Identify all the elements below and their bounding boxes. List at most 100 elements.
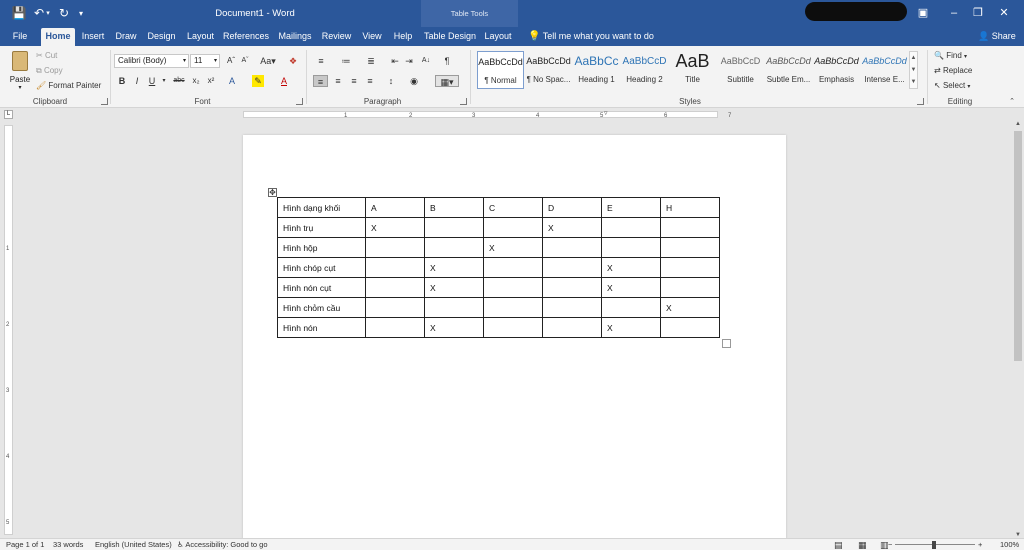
align-left-icon[interactable]: ≡ — [313, 75, 328, 87]
table-cell[interactable] — [660, 257, 720, 278]
zoom-out-icon[interactable]: − — [888, 540, 892, 550]
clear-formatting-icon[interactable]: ❖ — [287, 55, 299, 67]
tab-home[interactable]: Home — [41, 28, 75, 46]
table-cell[interactable]: A — [365, 197, 425, 218]
table-cell[interactable] — [483, 297, 543, 318]
zoom-slider-thumb[interactable] — [932, 541, 936, 549]
table-cell[interactable]: X — [424, 257, 484, 278]
document-table[interactable]: Hình dạng khối A B C D E H Hình trụ X X Hình hộp X H… — [277, 197, 720, 338]
font-name-box[interactable]: Calibri (Body) ▾ — [114, 54, 189, 68]
language-status[interactable]: English (United States) — [95, 540, 172, 550]
table-cell[interactable] — [483, 317, 543, 338]
table-cell-label[interactable]: Hình hộp — [277, 237, 366, 258]
table-cell[interactable]: D — [542, 197, 602, 218]
redo-icon[interactable]: ↻ — [56, 5, 72, 22]
paragraph-launcher-icon[interactable] — [460, 98, 467, 105]
table-cell[interactable] — [424, 297, 484, 318]
collapse-ribbon-icon[interactable]: ⌃ — [1006, 96, 1018, 108]
table-cell[interactable] — [601, 217, 661, 238]
justify-icon[interactable]: ≡ — [364, 75, 376, 87]
tab-table-layout[interactable]: Layout — [482, 28, 514, 46]
multilevel-list-icon[interactable]: ≣ — [365, 55, 377, 67]
table-move-handle-icon[interactable]: ✥ — [268, 188, 277, 197]
table-cell[interactable]: E — [601, 197, 661, 218]
italic-icon[interactable]: I — [131, 75, 143, 87]
paste-button[interactable]: Paste ▾ — [8, 50, 32, 94]
underline-icon[interactable]: U — [146, 75, 158, 87]
table-cell[interactable]: X — [601, 277, 661, 298]
table-cell-label[interactable]: Hình chỏm cầu — [277, 297, 366, 318]
borders-icon[interactable]: ▦▾ — [435, 75, 459, 87]
tab-selector-icon[interactable]: L — [4, 110, 13, 119]
grow-font-icon[interactable]: Aˆ — [225, 55, 237, 67]
style-intense-emphasis[interactable]: AaBbCcDd Intense E... — [861, 51, 908, 89]
style-subtitle[interactable]: AaBbCcD Subtitle — [717, 51, 764, 89]
table-cell[interactable]: X — [424, 317, 484, 338]
zoom-level[interactable]: 100% — [1000, 540, 1019, 550]
line-spacing-icon[interactable]: ↕ — [385, 75, 397, 87]
copy-button[interactable]: ⧉ Copy — [36, 65, 63, 77]
styles-scroll[interactable]: ▲ ▼ ▼ — [909, 51, 918, 89]
highlight-icon[interactable]: ✎ — [252, 75, 264, 87]
table-cell[interactable]: X — [483, 237, 543, 258]
clipboard-launcher-icon[interactable] — [101, 98, 108, 105]
tab-file[interactable]: File — [6, 28, 34, 46]
table-cell[interactable] — [424, 217, 484, 238]
style-normal[interactable]: AaBbCcDd ¶ Normal — [477, 51, 524, 89]
table-cell[interactable]: H — [660, 197, 720, 218]
table-cell[interactable] — [365, 317, 425, 338]
font-size-box[interactable]: 11 ▾ — [190, 54, 220, 68]
table-cell-label[interactable]: Hình chóp cụt — [277, 257, 366, 278]
table-cell-label[interactable]: Hình nón cụt — [277, 277, 366, 298]
table-cell[interactable]: C — [483, 197, 543, 218]
tab-references[interactable]: References — [222, 28, 270, 46]
table-cell[interactable] — [601, 297, 661, 318]
tab-review[interactable]: Review — [319, 28, 354, 46]
print-layout-icon[interactable]: ▦ — [858, 540, 867, 550]
strikethrough-icon[interactable]: abc — [173, 75, 185, 87]
tab-mailings[interactable]: Mailings — [275, 28, 315, 46]
pilcrow-icon[interactable]: ¶ — [441, 55, 453, 67]
word-count[interactable]: 33 words — [53, 540, 83, 550]
replace-button[interactable]: ⇄ Replace — [934, 65, 972, 77]
page-count[interactable]: Page 1 of 1 — [6, 540, 44, 550]
chevron-down-icon[interactable]: ▾ — [158, 75, 170, 87]
decrease-indent-icon[interactable]: ⇤ — [389, 55, 401, 67]
table-cell[interactable]: X — [424, 277, 484, 298]
superscript-icon[interactable]: x² — [205, 75, 217, 87]
table-cell[interactable] — [542, 237, 602, 258]
increase-indent-icon[interactable]: ⇥ — [403, 55, 415, 67]
table-cell[interactable]: X — [601, 257, 661, 278]
table-cell[interactable] — [483, 277, 543, 298]
table-cell[interactable] — [542, 317, 602, 338]
restore-button[interactable]: ❐ — [967, 4, 989, 22]
table-cell[interactable] — [365, 237, 425, 258]
tab-table-design[interactable]: Table Design — [423, 28, 477, 46]
table-cell-label[interactable]: Hình trụ — [277, 217, 366, 238]
save-icon[interactable]: 💾 — [11, 5, 27, 22]
table-cell[interactable] — [601, 237, 661, 258]
table-cell[interactable] — [660, 317, 720, 338]
minimize-button[interactable]: – — [943, 4, 965, 22]
shrink-font-icon[interactable]: Aˇ — [239, 55, 251, 67]
tab-view[interactable]: View — [358, 28, 386, 46]
focus-icon[interactable]: ▤ — [834, 540, 843, 550]
zoom-in-icon[interactable]: + — [978, 540, 982, 550]
table-cell[interactable] — [542, 297, 602, 318]
bold-icon[interactable]: B — [116, 75, 128, 87]
format-painter-button[interactable]: 🖌 Format Painter — [36, 80, 101, 92]
font-color-icon[interactable]: A — [278, 75, 290, 87]
scroll-thumb[interactable] — [1014, 131, 1022, 361]
tab-insert[interactable]: Insert — [79, 28, 107, 46]
table-cell[interactable] — [660, 237, 720, 258]
sort-icon[interactable]: A↓ — [420, 55, 432, 67]
ruler-track[interactable]: 1 2 3 4 5 6 7 ▿ — [243, 110, 731, 119]
tab-layout[interactable]: Layout — [184, 28, 217, 46]
style-heading-2[interactable]: AaBbCcD Heading 2 — [621, 51, 668, 89]
scroll-up-icon[interactable]: ▲ — [1015, 121, 1021, 127]
table-cell[interactable]: X — [365, 217, 425, 238]
style-no-spacing[interactable]: AaBbCcDd ¶ No Spac... — [525, 51, 572, 89]
styles-launcher-icon[interactable] — [917, 98, 924, 105]
table-cell[interactable] — [542, 277, 602, 298]
table-cell[interactable] — [542, 257, 602, 278]
